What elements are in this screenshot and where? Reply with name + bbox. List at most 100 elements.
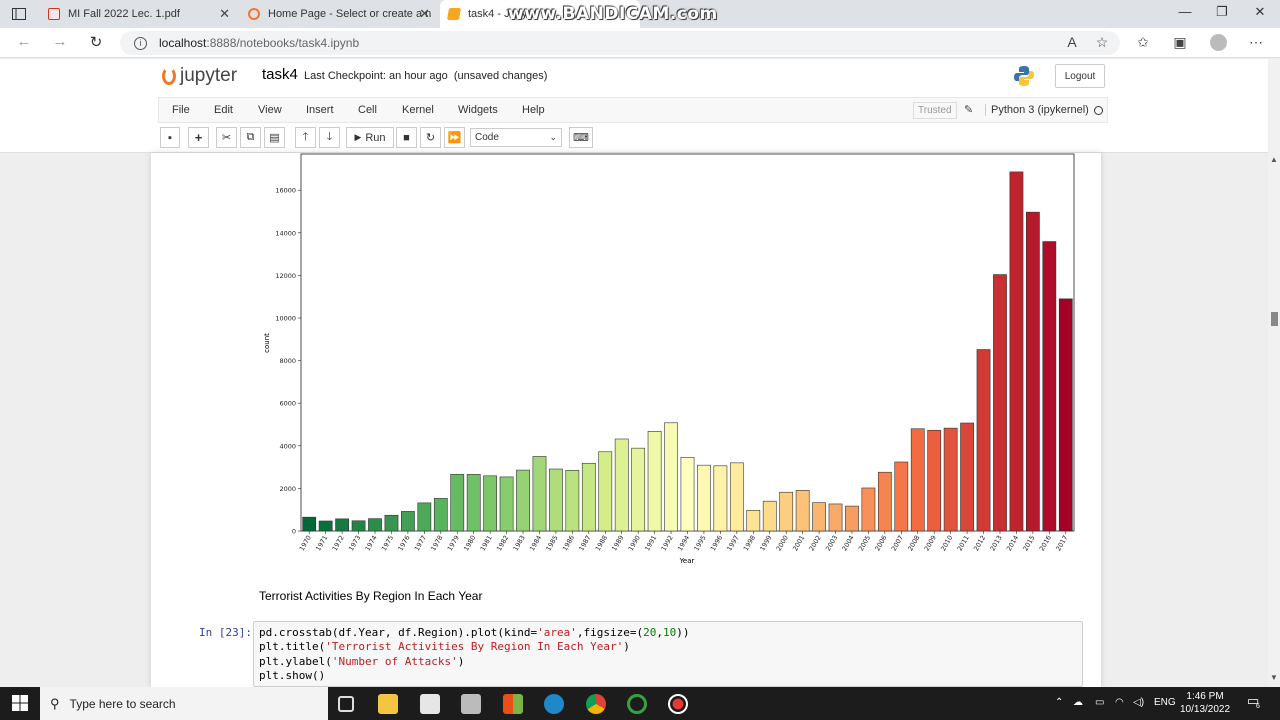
restart-run-all-icon[interactable]: ⏩ [444, 127, 465, 148]
bar-1984 [532, 456, 547, 532]
insert-cell-icon[interactable]: + [188, 127, 209, 148]
window-close-icon[interactable]: ✕ [1250, 4, 1270, 20]
page-scrollbar[interactable]: ▲ ▼ [1268, 59, 1280, 687]
x-tick-label: 1978 [429, 534, 444, 552]
file-explorer-icon[interactable] [378, 694, 398, 714]
keyboard-icon[interactable]: ⌨ [569, 127, 593, 148]
move-down-icon[interactable]: 🡓 [319, 127, 340, 148]
bar-1970 [302, 516, 317, 532]
collections-icon[interactable]: ▣ [1170, 34, 1190, 51]
bar-1977 [417, 502, 432, 532]
menu-file[interactable]: File [172, 104, 190, 116]
x-tick-label: 2017 [1054, 534, 1069, 552]
task-view-icon[interactable] [338, 696, 354, 712]
menu-insert[interactable]: Insert [306, 104, 334, 116]
menu-kernel[interactable]: Kernel [402, 104, 434, 116]
back-icon[interactable]: ← [14, 33, 34, 50]
x-tick-label: 1994 [676, 534, 691, 552]
store-icon[interactable] [420, 694, 440, 714]
x-tick-label: 2013 [989, 534, 1004, 552]
wifi-icon[interactable]: ◠ [1115, 697, 1124, 708]
app-ring-icon[interactable] [627, 694, 647, 714]
close-icon[interactable]: ✕ [419, 6, 430, 22]
battery-icon[interactable]: ▭ [1095, 697, 1104, 708]
bar-1998 [746, 510, 761, 532]
notebook-favicon-icon [446, 8, 462, 20]
minimize-icon[interactable]: — [1175, 4, 1195, 19]
trusted-badge[interactable]: Trusted [913, 102, 957, 119]
language-indicator[interactable]: ENG [1154, 697, 1176, 708]
tab-actions-icon[interactable] [8, 5, 30, 23]
edge-browser-icon[interactable] [544, 694, 564, 714]
run-button[interactable]: ▶ Run [346, 127, 394, 148]
cell-type-value: Code [475, 132, 499, 143]
copy-icon[interactable]: ⧉ [240, 127, 261, 148]
clock[interactable]: 1:46 PM 10/13/2022 [1180, 690, 1230, 716]
browser-tab-strip: MI Fall 2022 Lec. 1.pdf ✕ Home Page - Se… [0, 0, 1280, 28]
x-tick-label: 1992 [660, 534, 675, 552]
stop-icon[interactable]: ■ [396, 127, 417, 148]
jupyter-logo-text: jupyter [180, 65, 238, 86]
jupyter-logo[interactable]: jupyter [162, 65, 237, 87]
mail-icon[interactable] [461, 694, 481, 714]
menu-help[interactable]: Help [522, 104, 545, 116]
browser-tab-home[interactable]: Home Page - Select or create a n ✕ [240, 0, 438, 28]
scroll-up-icon[interactable]: ▲ [1270, 155, 1278, 164]
forward-icon[interactable]: → [50, 33, 70, 50]
windows-start-icon[interactable] [12, 695, 28, 711]
url-host: localhost [159, 36, 207, 50]
code-cell[interactable]: pd.crosstab(df.Year, df.Region).plot(kin… [253, 621, 1083, 687]
x-tick-label: 2007 [890, 534, 905, 552]
info-icon[interactable]: i [134, 36, 147, 50]
menu-edit[interactable]: Edit [214, 104, 233, 116]
refresh-icon[interactable]: ↻ [86, 33, 106, 51]
bar-2005 [861, 487, 876, 532]
menu-widgets[interactable]: Widgets [458, 104, 498, 116]
bar-1981 [483, 475, 498, 532]
x-tick-label: 2001 [791, 534, 806, 552]
more-menu-icon[interactable]: ⋯ [1246, 34, 1266, 51]
url-input[interactable]: i localhost:8888/notebooks/task4.ipynb [120, 31, 1120, 55]
address-bar-row: ← → ↻ i localhost:8888/notebooks/task4.i… [0, 28, 1280, 58]
taskbar-search-input[interactable]: ⚲ Type here to search [40, 687, 328, 720]
scroll-down-icon[interactable]: ▼ [1270, 673, 1278, 682]
cut-icon[interactable]: ✂ [216, 127, 237, 148]
logout-button[interactable]: Logout [1055, 64, 1105, 88]
chrome-icon[interactable] [586, 694, 606, 714]
add-favorite-icon[interactable]: ☆ [1092, 34, 1112, 51]
menu-cell[interactable]: Cell [358, 104, 377, 116]
favorites-icon[interactable]: ✩ [1133, 34, 1153, 51]
bar-2003 [828, 503, 843, 532]
y-tick-label: 12000 [275, 272, 296, 280]
bar-1987 [581, 462, 596, 532]
notebook-name[interactable]: task4 [262, 66, 298, 83]
markdown-heading[interactable]: Terrorist Activities By Region In Each Y… [259, 589, 482, 603]
browser-tab-pdf[interactable]: MI Fall 2022 Lec. 1.pdf ✕ [40, 0, 238, 28]
x-tick-label: 2003 [824, 534, 839, 552]
paste-icon[interactable]: ▤ [264, 127, 285, 148]
office-icon[interactable] [503, 694, 523, 714]
bar-2017 [1058, 298, 1073, 532]
record-icon[interactable] [668, 694, 688, 714]
edit-pencil-icon[interactable]: ✎ [964, 103, 973, 116]
x-tick-label: 2008 [906, 534, 921, 552]
y-tick-label: 10000 [275, 315, 296, 323]
avatar[interactable] [1210, 34, 1227, 51]
menu-view[interactable]: View [258, 104, 282, 116]
restart-icon[interactable]: ↻ [420, 127, 441, 148]
y-tick-label: 14000 [275, 229, 296, 237]
read-aloud-icon[interactable]: A [1062, 34, 1082, 50]
save-icon[interactable]: ▪ [160, 127, 180, 148]
checkpoint-text: Last Checkpoint: an hour ago [304, 70, 448, 82]
kernel-name[interactable]: Python 3 (ipykernel) [985, 104, 1089, 116]
maximize-icon[interactable]: ❐ [1212, 4, 1232, 20]
move-up-icon[interactable]: 🡑 [295, 127, 316, 148]
volume-icon[interactable]: ◁) [1133, 697, 1144, 708]
close-icon[interactable]: ✕ [219, 6, 230, 22]
bar-2014 [1009, 171, 1024, 532]
cell-type-select[interactable]: Code ⌄ [470, 128, 562, 147]
cloud-icon[interactable]: ☁ [1073, 697, 1083, 708]
bar-2006 [877, 471, 892, 532]
scroll-thumb[interactable] [1271, 312, 1278, 326]
tray-chevron-icon[interactable]: ⌃ [1055, 697, 1063, 708]
